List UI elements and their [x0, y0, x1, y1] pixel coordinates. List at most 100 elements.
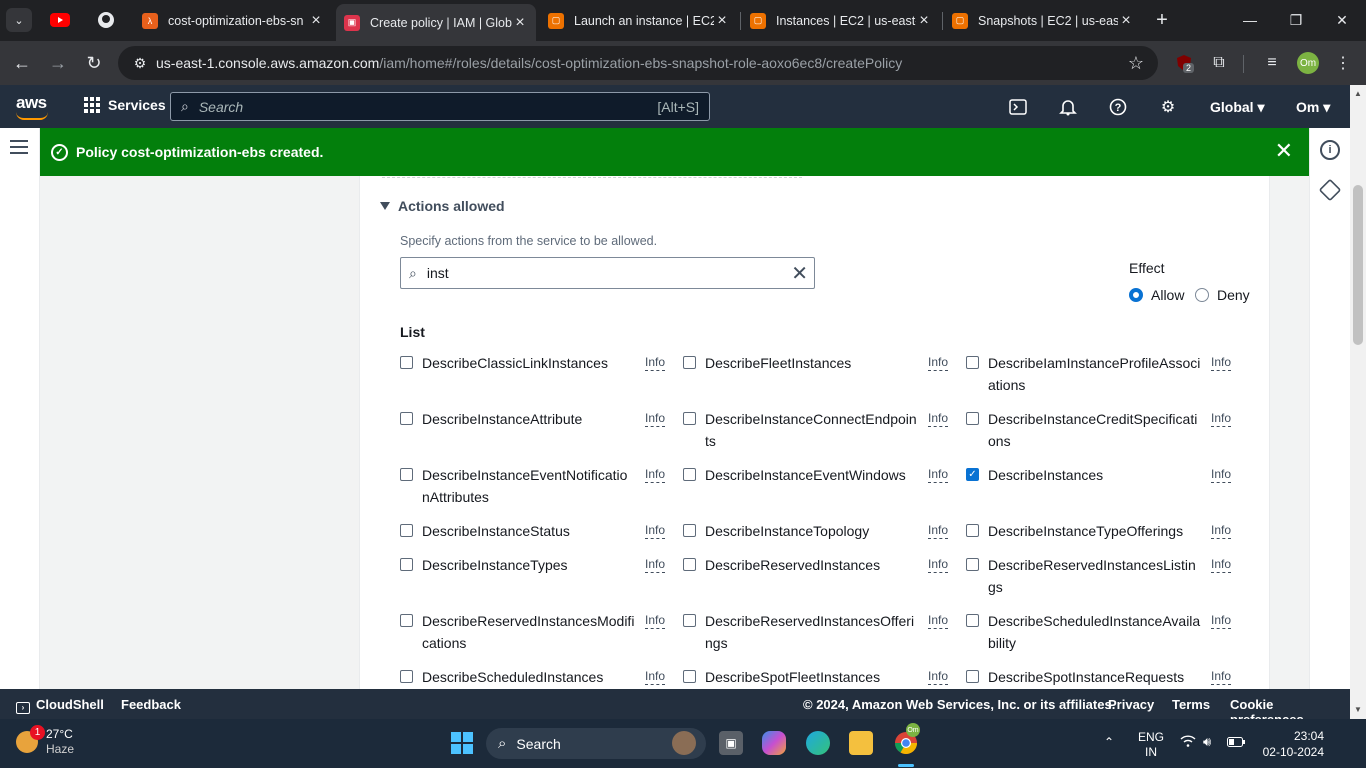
action-item[interactable]: DescribeReservedInstances Info	[683, 554, 966, 576]
menu-hamburger-icon[interactable]	[10, 140, 28, 154]
forward-button[interactable]: →	[44, 49, 72, 77]
action-item[interactable]: DescribeIamInstanceProfileAssociations In…	[966, 352, 1249, 396]
bookmark-star-icon[interactable]: ☆	[1128, 53, 1144, 74]
info-link[interactable]: Info	[1211, 612, 1232, 629]
system-clock[interactable]: 23:04 02-10-2024	[1252, 728, 1324, 760]
clear-filter-icon[interactable]: ✕	[791, 261, 808, 286]
checkbox[interactable]	[966, 614, 979, 627]
close-tab-icon[interactable]: ×	[512, 14, 528, 32]
action-item[interactable]: DescribeInstanceEventNotificationAttribu…	[400, 464, 683, 508]
info-link[interactable]: Info	[645, 556, 666, 573]
close-tab-icon[interactable]: ×	[1118, 12, 1134, 30]
checkbox[interactable]	[400, 468, 413, 481]
terms-link[interactable]: Terms	[1172, 697, 1210, 712]
info-link[interactable]: Info	[928, 354, 949, 371]
extension-button[interactable]: 2	[1173, 52, 1195, 74]
privacy-link[interactable]: Privacy	[1108, 697, 1154, 712]
aws-search-input[interactable]: ⌕ Search [Alt+S]	[170, 92, 710, 121]
close-tab-icon[interactable]: ×	[308, 12, 324, 30]
tab-4[interactable]: ▢ Snapshots | EC2 | us-east ×	[944, 4, 1142, 37]
aws-logo[interactable]: aws	[16, 93, 48, 120]
wifi-icon[interactable]	[1180, 735, 1196, 750]
minimize-button[interactable]: —	[1228, 6, 1272, 34]
media-control-icon[interactable]: ≡	[1261, 52, 1283, 74]
checkbox[interactable]	[683, 468, 696, 481]
checkbox[interactable]	[400, 524, 413, 537]
edge-browser-icon[interactable]	[806, 731, 830, 755]
dismiss-flash-icon[interactable]: ✕	[1275, 140, 1293, 162]
action-item[interactable]: DescribeInstanceCreditSpecifications Info	[966, 408, 1249, 452]
scroll-thumb[interactable]	[1353, 185, 1363, 345]
checkbox[interactable]	[400, 614, 413, 627]
info-link[interactable]: Info	[1211, 522, 1232, 539]
tab-2[interactable]: ▢ Launch an instance | EC2 ×	[540, 4, 738, 37]
youtube-pinned-tab[interactable]	[49, 9, 71, 31]
checkbox[interactable]	[966, 558, 979, 571]
info-link[interactable]: Info	[928, 612, 949, 629]
battery-icon[interactable]	[1227, 736, 1245, 750]
task-view-icon[interactable]: ▣	[719, 731, 743, 755]
checkbox[interactable]	[966, 412, 979, 425]
taskbar-search[interactable]: ⌕ Search	[486, 728, 706, 759]
action-item[interactable]: DescribeInstanceTypes Info	[400, 554, 683, 576]
checkbox[interactable]	[400, 558, 413, 571]
action-item[interactable]: DescribeInstanceTypeOfferings Info	[966, 520, 1249, 542]
action-item[interactable]: DescribeClassicLinkInstances Info	[400, 352, 683, 374]
action-item[interactable]: DescribeScheduledInstanceAvailability Inf…	[966, 610, 1249, 654]
checkbox[interactable]	[683, 524, 696, 537]
effect-allow-radio[interactable]: Allow	[1129, 287, 1184, 303]
checkbox[interactable]	[683, 614, 696, 627]
info-link[interactable]: Info	[1211, 410, 1232, 427]
github-pinned-tab[interactable]	[95, 9, 117, 31]
action-item[interactable]: DescribeSpotFleetInstances Info	[683, 666, 966, 688]
action-item[interactable]: DescribeScheduledInstances Info	[400, 666, 683, 688]
info-link[interactable]: Info	[645, 354, 666, 371]
action-item[interactable]: DescribeInstanceConnectEndpoints Info	[683, 408, 966, 452]
effect-deny-radio[interactable]: Deny	[1195, 287, 1250, 303]
action-item[interactable]: ✓ DescribeInstances Info	[966, 464, 1249, 486]
action-item[interactable]: DescribeReservedInstancesListings Info	[966, 554, 1249, 598]
file-explorer-icon[interactable]	[849, 731, 873, 755]
checkbox[interactable]	[966, 670, 979, 683]
tab-search-button[interactable]: ⌄	[6, 8, 32, 32]
info-link[interactable]: Info	[928, 556, 949, 573]
reload-button[interactable]: ↻	[80, 49, 108, 77]
info-link[interactable]: Info	[1211, 556, 1232, 573]
weather-widget[interactable]: 1 27°C Haze	[16, 725, 74, 757]
address-bar[interactable]: ⚙ us-east-1.console.aws.amazon.com/iam/h…	[118, 46, 1158, 80]
checkbox-checked[interactable]: ✓	[966, 468, 979, 481]
feedback-link[interactable]: Feedback	[121, 697, 181, 712]
tab-1[interactable]: ▣ Create policy | IAM | Glob ×	[336, 4, 536, 41]
chrome-menu-icon[interactable]: ⋮	[1332, 52, 1354, 74]
info-link[interactable]: Info	[645, 466, 666, 483]
tab-0[interactable]: λ cost-optimization-ebs-sn ×	[134, 4, 332, 37]
help-icon[interactable]: ?	[1107, 96, 1129, 118]
language-indicator[interactable]: ENG IN	[1138, 730, 1164, 760]
action-item[interactable]: DescribeReservedInstancesOfferings Info	[683, 610, 966, 654]
actions-filter-input[interactable]: ⌕ inst ✕	[400, 257, 815, 289]
checkbox[interactable]	[683, 412, 696, 425]
info-link[interactable]: Info	[645, 612, 666, 629]
info-panel-icon[interactable]: i	[1320, 140, 1340, 160]
copilot-icon[interactable]	[762, 731, 786, 755]
chrome-taskbar-icon[interactable]: Om	[894, 723, 920, 755]
info-link[interactable]: Info	[1211, 466, 1232, 483]
close-tab-icon[interactable]: ×	[714, 12, 730, 30]
checkbox[interactable]	[966, 356, 979, 369]
checkbox[interactable]	[683, 558, 696, 571]
show-hidden-icons-chevron[interactable]: ⌃	[1104, 735, 1114, 749]
notifications-bell-icon[interactable]	[1057, 96, 1079, 118]
info-link[interactable]: Info	[645, 410, 666, 427]
new-tab-button[interactable]: +	[1150, 8, 1174, 32]
action-item[interactable]: DescribeInstanceAttribute Info	[400, 408, 683, 430]
close-tab-icon[interactable]: ×	[916, 12, 932, 30]
action-item[interactable]: DescribeInstanceTopology Info	[683, 520, 966, 542]
account-menu[interactable]: Om ▾	[1296, 99, 1330, 116]
info-link[interactable]: Info	[928, 410, 949, 427]
cloudshell-icon[interactable]	[1007, 96, 1029, 118]
restore-button[interactable]: ❐	[1274, 6, 1318, 34]
info-link[interactable]: Info	[928, 668, 949, 685]
action-item[interactable]: DescribeReservedInstancesModifications In…	[400, 610, 683, 654]
info-link[interactable]: Info	[928, 522, 949, 539]
settings-gear-icon[interactable]: ⚙	[1157, 96, 1179, 118]
